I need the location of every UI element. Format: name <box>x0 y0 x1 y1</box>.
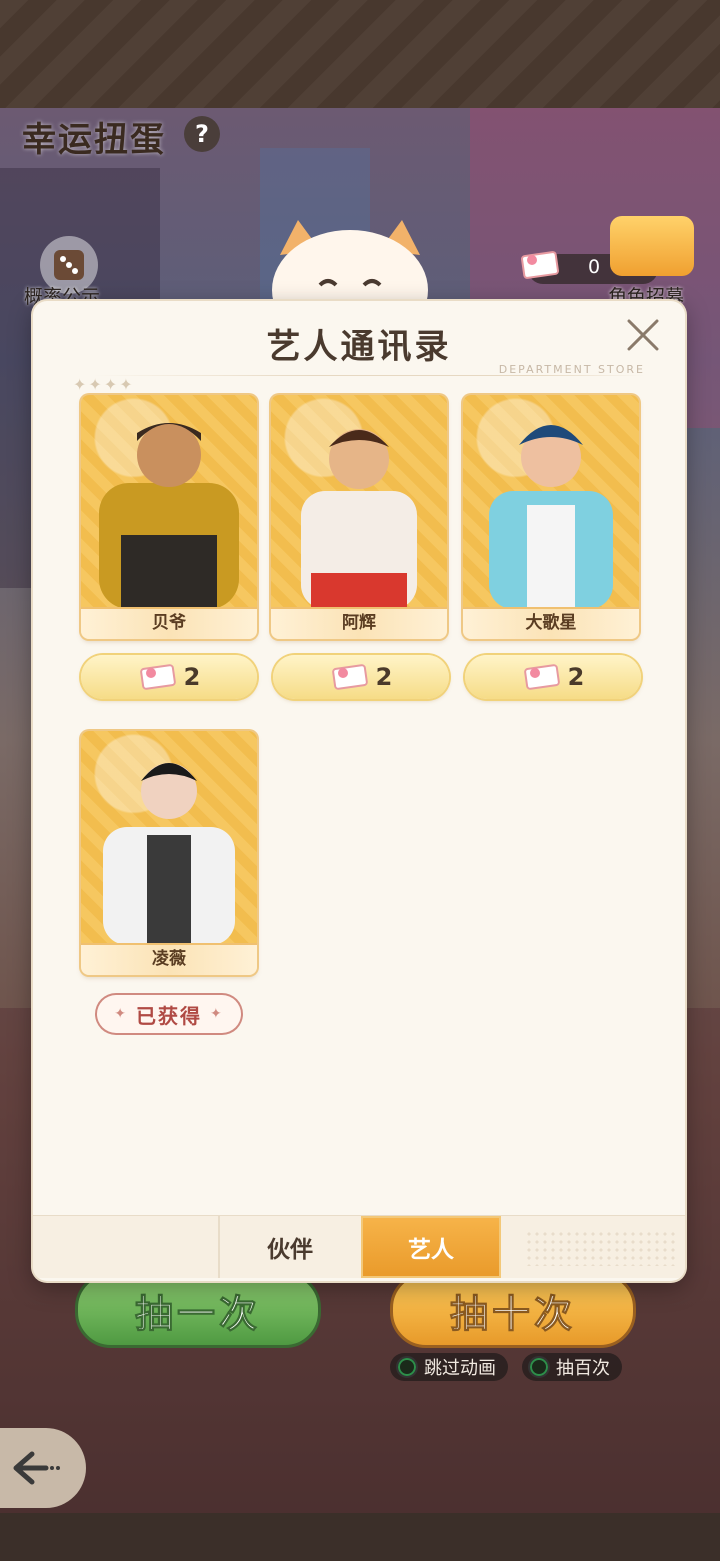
help-icon[interactable]: ? <box>184 116 220 152</box>
obtained-label: 已获得 <box>136 1003 202 1028</box>
artist-name: 阿辉 <box>271 607 447 639</box>
offer-ticket-icon <box>331 664 368 690</box>
artist-cost-value: 2 <box>183 663 201 691</box>
skip-animation-toggle[interactable]: 跳过动画 <box>390 1353 508 1381</box>
draw-once-button[interactable]: 抽一次 <box>75 1272 321 1348</box>
sparkle-icon: ✦ <box>210 1006 224 1022</box>
offer-ticket-icon <box>521 251 559 279</box>
draw-hundred-label: 抽百次 <box>556 1358 610 1379</box>
artist-directory-dialog: 艺人通讯录 DEPARTMENT STORE ✦✦✦✦ 贝爷 2 阿辉 2 大歌… <box>33 301 685 1281</box>
draw-ten-button[interactable]: 抽十次 <box>390 1272 636 1348</box>
sparkle-icon: ✦ <box>114 1006 128 1022</box>
dot-pattern-decoration <box>525 1230 675 1266</box>
artist-portrait <box>271 395 447 609</box>
obtained-badge: ✦ 已获得 ✦ <box>97 995 241 1033</box>
artist-card-beiye[interactable]: 贝爷 <box>81 395 257 639</box>
offer-ticket-icon <box>139 664 176 690</box>
draw-hundred-radio[interactable] <box>528 1356 550 1378</box>
artist-portrait <box>81 395 257 609</box>
back-button[interactable] <box>0 1428 86 1508</box>
offer-ticket-icon <box>523 664 560 690</box>
artist-cost-value: 2 <box>375 663 393 691</box>
skip-animation-label: 跳过动画 <box>424 1358 496 1379</box>
artist-portrait <box>463 395 639 609</box>
dialog-title: 艺人通讯录 <box>266 327 452 367</box>
draw-hundred-toggle[interactable]: 抽百次 <box>522 1353 622 1381</box>
bottom-banner <box>0 1513 720 1561</box>
artist-card-dagexing[interactable]: 大歌星 <box>463 395 639 639</box>
gacha-title: 幸运扭蛋 <box>22 120 166 160</box>
title-divider <box>93 375 645 376</box>
top-banner <box>0 0 720 108</box>
role-recruit-icon[interactable] <box>610 216 694 276</box>
arrow-left-icon <box>13 1451 60 1485</box>
artist-cost-pill[interactable]: 2 <box>81 655 257 699</box>
artist-name: 凌薇 <box>81 943 257 975</box>
artist-cost-value: 2 <box>567 663 585 691</box>
artist-portrait <box>81 731 257 945</box>
close-icon[interactable] <box>623 315 663 355</box>
artist-name: 贝爷 <box>81 607 257 639</box>
skip-animation-radio[interactable] <box>396 1356 418 1378</box>
artist-name: 大歌星 <box>463 607 639 639</box>
artist-card-ahui[interactable]: 阿辉 <box>271 395 447 639</box>
tab-artist[interactable]: 艺人 <box>361 1216 501 1278</box>
tab-partner[interactable]: 伙伴 <box>218 1216 360 1278</box>
sparkle-decoration: ✦✦✦✦ <box>73 375 135 394</box>
artist-card-lingwei[interactable]: 凌薇 <box>81 731 257 975</box>
artist-cost-pill[interactable]: 2 <box>273 655 449 699</box>
offer-ticket-count: 0 <box>588 256 601 278</box>
category-tab-bar: 伙伴 艺人 <box>33 1215 685 1278</box>
artist-cost-pill[interactable]: 2 <box>465 655 641 699</box>
